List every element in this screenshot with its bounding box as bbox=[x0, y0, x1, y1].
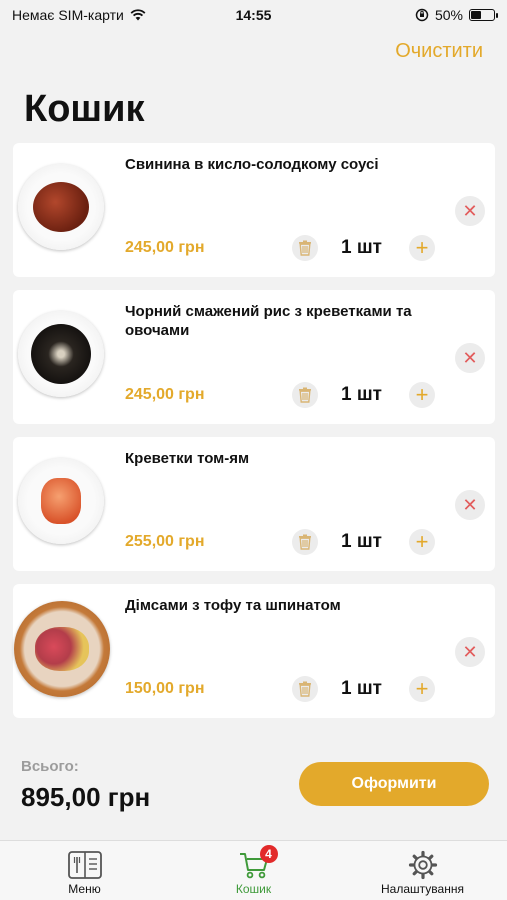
tab-menu[interactable]: Меню bbox=[0, 841, 169, 900]
remove-item-button[interactable]: ✕ bbox=[455, 196, 485, 226]
trash-button[interactable] bbox=[292, 235, 318, 261]
plus-icon: + bbox=[415, 235, 429, 260]
dish-food bbox=[33, 182, 89, 232]
page-title: Кошик bbox=[24, 88, 145, 130]
tab-settings-label: Налаштування bbox=[381, 882, 464, 896]
status-right: 50% bbox=[415, 7, 498, 23]
close-icon: ✕ bbox=[462, 347, 478, 368]
dish-food bbox=[41, 478, 81, 524]
total-label: Всього: bbox=[21, 758, 79, 775]
item-price: 245,00 грн bbox=[125, 239, 205, 256]
close-icon: ✕ bbox=[462, 200, 478, 221]
checkout-button[interactable]: Оформити bbox=[299, 762, 489, 806]
plus-icon: + bbox=[415, 382, 429, 407]
item-quantity: 1 шт bbox=[341, 531, 382, 552]
dish-image bbox=[18, 458, 104, 544]
menu-book-icon bbox=[67, 851, 102, 879]
dish-food bbox=[35, 627, 89, 671]
remove-item-button[interactable]: ✕ bbox=[455, 637, 485, 667]
status-bar: Немає SIM-карти 14:55 50% bbox=[0, 0, 507, 30]
cart-item: Дімсами з тофу та шпинатом 150,00 грн 1 … bbox=[13, 584, 495, 718]
tab-cart-label: Кошик bbox=[235, 882, 272, 896]
battery-icon bbox=[469, 9, 498, 21]
plus-icon: + bbox=[415, 676, 429, 701]
item-quantity: 1 шт bbox=[341, 237, 382, 258]
item-name: Свинина в кисло-солодкому соусі bbox=[125, 156, 379, 173]
tab-cart[interactable]: 4 Кошик bbox=[169, 841, 338, 900]
gear-icon bbox=[408, 850, 437, 880]
tab-bar: Меню 4 Кошик Налаштування bbox=[0, 840, 507, 900]
item-name: Чорний смажений рис з креветками та овоч… bbox=[125, 303, 412, 339]
dish-image bbox=[18, 164, 104, 250]
trash-button[interactable] bbox=[292, 676, 318, 702]
trash-icon bbox=[299, 681, 311, 697]
cart-list: Свинина в кисло-солодкому соусі 245,00 г… bbox=[13, 143, 495, 731]
trash-icon bbox=[299, 240, 311, 256]
tab-settings[interactable]: Налаштування bbox=[338, 841, 507, 900]
trash-icon bbox=[299, 387, 311, 403]
item-name: Креветки том-ям bbox=[125, 450, 250, 467]
battery-level bbox=[471, 11, 481, 19]
item-name: Дімсами з тофу та шпинатом bbox=[125, 597, 341, 614]
cart-item: Креветки том-ям 255,00 грн 1 шт + ✕ bbox=[13, 437, 495, 571]
remove-item-button[interactable]: ✕ bbox=[455, 343, 485, 373]
trash-icon bbox=[299, 534, 311, 550]
increase-quantity-button[interactable]: + bbox=[409, 235, 435, 261]
status-left: Немає SIM-карти bbox=[12, 7, 146, 23]
dish-image bbox=[14, 601, 110, 697]
increase-quantity-button[interactable]: + bbox=[409, 676, 435, 702]
trash-button[interactable] bbox=[292, 529, 318, 555]
trash-button[interactable] bbox=[292, 382, 318, 408]
clear-cart-button[interactable]: Очистити bbox=[395, 40, 483, 63]
total-value: 895,00 грн bbox=[21, 782, 151, 812]
close-icon: ✕ bbox=[462, 641, 478, 662]
dish-food bbox=[31, 324, 91, 384]
item-quantity: 1 шт bbox=[341, 384, 382, 405]
plus-icon: + bbox=[415, 529, 429, 554]
tab-menu-label: Меню bbox=[68, 882, 101, 896]
cart-item: Свинина в кисло-солодкому соусі 245,00 г… bbox=[13, 143, 495, 277]
item-price: 150,00 грн bbox=[125, 680, 205, 697]
remove-item-button[interactable]: ✕ bbox=[455, 490, 485, 520]
close-icon: ✕ bbox=[462, 494, 478, 515]
wifi-icon bbox=[130, 9, 146, 21]
item-quantity: 1 шт bbox=[341, 678, 382, 699]
increase-quantity-button[interactable]: + bbox=[409, 529, 435, 555]
dish-image bbox=[18, 311, 104, 397]
carrier-label: Немає SIM-карти bbox=[12, 7, 124, 23]
cart-count-badge: 4 bbox=[259, 845, 278, 863]
increase-quantity-button[interactable]: + bbox=[409, 382, 435, 408]
item-price: 245,00 грн bbox=[125, 386, 205, 403]
battery-percent: 50% bbox=[434, 7, 463, 23]
orientation-lock-icon bbox=[415, 8, 429, 22]
item-price: 255,00 грн bbox=[125, 533, 205, 550]
cart-item: Чорний смажений рис з креветками та овоч… bbox=[13, 290, 495, 424]
